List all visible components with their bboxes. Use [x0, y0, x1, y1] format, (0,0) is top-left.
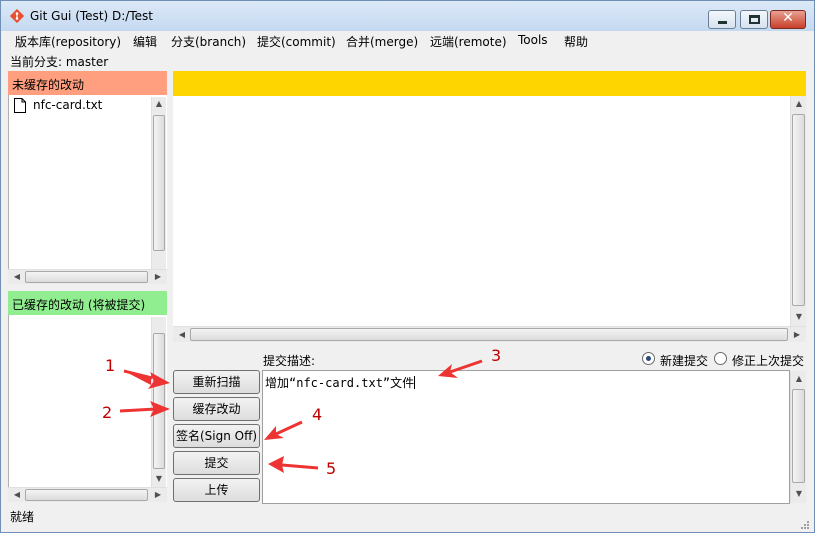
staged-horizontal-scrollbar[interactable]: ◀ ▶: [8, 487, 167, 502]
scroll-left-arrow-icon[interactable]: ◀: [175, 330, 189, 340]
annotation-number-2: 2: [102, 403, 113, 422]
maximize-button[interactable]: [740, 10, 768, 29]
staged-file-list[interactable]: [8, 315, 167, 487]
scrollbar-thumb[interactable]: [25, 489, 148, 501]
current-branch-label: 当前分支: master: [10, 55, 109, 69]
push-button[interactable]: 上传: [173, 478, 260, 502]
menu-commit[interactable]: 提交(commit): [257, 33, 336, 50]
staged-header-label: 已缓存的改动 (将被提交): [12, 298, 146, 312]
stage-changed-button[interactable]: 缓存改动: [173, 397, 260, 421]
unstaged-file-item[interactable]: nfc-card.txt: [14, 98, 154, 114]
menu-branch[interactable]: 分支(branch): [171, 33, 246, 50]
menu-repository[interactable]: 版本库(repository): [15, 33, 121, 50]
new-commit-radio[interactable]: [642, 352, 655, 365]
amend-commit-radio[interactable]: [714, 352, 727, 365]
scroll-up-arrow-icon[interactable]: ▲: [792, 99, 806, 109]
minimize-icon: [718, 21, 727, 24]
scrollbar-thumb[interactable]: [792, 114, 805, 306]
unstaged-horizontal-scrollbar[interactable]: ◀ ▶: [8, 269, 167, 284]
close-button[interactable]: ✕: [770, 10, 806, 29]
maximize-icon: [749, 15, 760, 24]
file-name: nfc-card.txt: [33, 98, 103, 112]
new-commit-label[interactable]: 新建提交: [660, 352, 708, 369]
scroll-up-arrow-icon[interactable]: ▲: [792, 374, 806, 384]
scroll-right-arrow-icon[interactable]: ▶: [151, 490, 165, 500]
scrollbar-thumb[interactable]: [153, 333, 165, 469]
scroll-right-arrow-icon[interactable]: ▶: [790, 330, 804, 340]
diff-header: [173, 71, 806, 96]
diff-horizontal-scrollbar[interactable]: ◀ ▶: [173, 326, 806, 342]
scroll-down-arrow-icon[interactable]: ▼: [152, 474, 166, 484]
minimize-button[interactable]: [708, 10, 736, 29]
scrollbar-thumb[interactable]: [25, 271, 148, 283]
scrollbar-thumb[interactable]: [190, 328, 788, 341]
annotation-number-3: 3: [491, 346, 502, 365]
resize-grip-icon[interactable]: [800, 520, 810, 530]
unstaged-vertical-scrollbar[interactable]: ▲: [151, 97, 166, 269]
scroll-down-arrow-icon[interactable]: ▼: [792, 489, 806, 499]
menu-edit[interactable]: 编辑: [133, 33, 157, 50]
close-icon: ✕: [782, 10, 794, 26]
menu-remote[interactable]: 远端(remote): [430, 33, 507, 50]
status-text: 就绪: [10, 510, 35, 524]
staged-changes-header: 已缓存的改动 (将被提交): [8, 291, 167, 315]
scroll-left-arrow-icon[interactable]: ◀: [10, 272, 24, 282]
amend-commit-label[interactable]: 修正上次提交: [732, 352, 804, 369]
file-icon: [14, 98, 26, 113]
status-bar: [0, 505, 815, 533]
git-diamond-icon: [10, 9, 24, 23]
scroll-left-arrow-icon[interactable]: ◀: [10, 490, 24, 500]
annotation-number-4: 4: [312, 405, 323, 424]
menu-help[interactable]: 帮助: [564, 33, 588, 50]
scrollbar-thumb[interactable]: [792, 389, 805, 483]
scrollbar-thumb[interactable]: [153, 115, 165, 251]
window-title: Git Gui (Test) D:/Test: [30, 9, 153, 23]
annotation-number-1: 1: [105, 356, 116, 375]
unstaged-changes-header: 未缓存的改动: [8, 71, 167, 95]
commit-button[interactable]: 提交: [173, 451, 260, 475]
sign-off-button[interactable]: 签名(Sign Off): [173, 424, 260, 448]
menu-merge[interactable]: 合并(merge): [346, 33, 418, 50]
commit-message-label: 提交描述:: [263, 354, 316, 368]
scroll-down-arrow-icon[interactable]: ▼: [792, 312, 806, 322]
diff-viewer[interactable]: [173, 96, 790, 326]
annotation-number-5: 5: [326, 459, 337, 478]
menu-tools[interactable]: Tools: [518, 33, 548, 47]
rescan-button[interactable]: 重新扫描: [173, 370, 260, 394]
commit-message-input[interactable]: 增加“nfc-card.txt”文件: [262, 370, 790, 504]
text-caret: [414, 376, 416, 389]
commit-message-text: 增加“nfc-card.txt”文件: [265, 376, 415, 390]
scroll-up-arrow-icon[interactable]: ▲: [152, 99, 166, 109]
diff-vertical-scrollbar[interactable]: ▲ ▼: [790, 96, 806, 326]
scroll-right-arrow-icon[interactable]: ▶: [151, 272, 165, 282]
commit-vertical-scrollbar[interactable]: ▲ ▼: [790, 371, 806, 503]
staged-vertical-scrollbar[interactable]: ▼: [151, 317, 166, 487]
menu-bar: 版本库(repository) 编辑 分支(branch) 提交(commit)…: [0, 31, 815, 51]
unstaged-file-list[interactable]: [8, 95, 167, 269]
unstaged-header-label: 未缓存的改动: [12, 78, 85, 92]
